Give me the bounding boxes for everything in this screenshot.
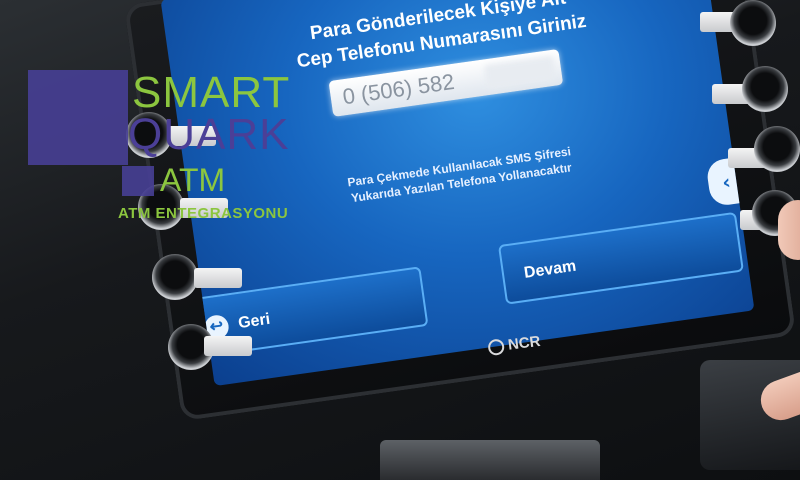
left-key-tab-4 (204, 336, 252, 356)
card-slot (380, 440, 600, 480)
finger (778, 200, 800, 260)
logo-tagline: ATM ENTEGRASYONU (118, 205, 289, 222)
right-function-key-2[interactable] (742, 66, 788, 112)
back-button-label: Geri (237, 310, 272, 333)
left-key-tab-3 (194, 268, 242, 288)
right-function-key-3[interactable] (754, 126, 800, 172)
ncr-logo-icon (487, 338, 506, 357)
logo-square-large (28, 70, 128, 165)
right-function-key-1[interactable] (730, 0, 776, 46)
left-function-key-3[interactable] (152, 254, 198, 300)
phone-number-redaction (483, 55, 557, 90)
logo-quark: QUARK (128, 110, 290, 159)
phone-number-value: 0 (506) 582 (341, 68, 456, 110)
continue-button-label: Devam (522, 257, 578, 282)
logo-square-small (122, 166, 154, 196)
continue-button[interactable]: Devam (497, 211, 744, 305)
logo-atm: ATM (160, 162, 226, 198)
